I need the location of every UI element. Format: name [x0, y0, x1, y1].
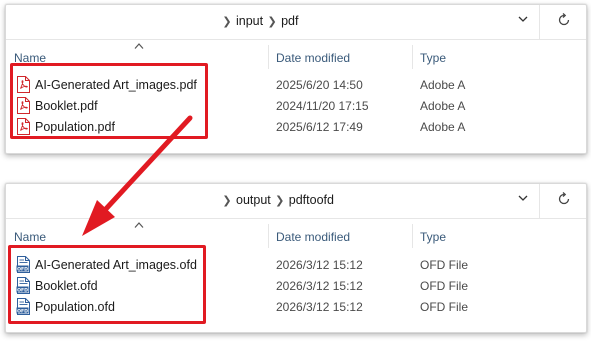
- file-name: Population.ofd: [35, 300, 115, 314]
- breadcrumb: ❯ input ❯ pdf: [218, 14, 298, 30]
- file-date-modified: 2025/6/12 17:49: [276, 120, 363, 134]
- column-header-row: Name Date modified Type: [6, 39, 586, 69]
- breadcrumb-separator-icon: ❯: [222, 195, 232, 207]
- svg-text:OFD: OFD: [17, 287, 28, 293]
- file-name: AI-Generated Art_images.ofd: [35, 258, 197, 272]
- breadcrumb-item-output[interactable]: output: [236, 193, 271, 207]
- refresh-button[interactable]: [554, 191, 574, 211]
- file-row-ai-generated-art-ofd[interactable]: OFD AI-Generated Art_images.ofd 2026/3/1…: [14, 254, 574, 275]
- breadcrumb-separator-icon: ❯: [222, 16, 232, 28]
- column-header-name[interactable]: Name: [14, 230, 46, 244]
- column-header-date-modified[interactable]: Date modified: [276, 230, 350, 244]
- refresh-icon: [558, 192, 570, 205]
- file-row-booklet-pdf[interactable]: Booklet.pdf 2024/11/20 17:15 Adobe A: [14, 95, 574, 116]
- file-type: OFD File: [420, 279, 468, 293]
- file-name: AI-Generated Art_images.pdf: [35, 78, 197, 92]
- pdf-file-icon: [17, 97, 30, 114]
- file-name: Booklet.ofd: [35, 279, 98, 293]
- file-date-modified: 2026/3/12 15:12: [276, 279, 363, 293]
- file-row-ai-generated-art-pdf[interactable]: AI-Generated Art_images.pdf 2025/6/20 14…: [14, 74, 574, 95]
- column-header-type[interactable]: Type: [420, 230, 446, 244]
- ofd-file-icon: OFD: [16, 277, 30, 294]
- column-divider[interactable]: [412, 224, 413, 248]
- column-divider[interactable]: [268, 224, 269, 248]
- breadcrumb-item-pdf[interactable]: pdf: [281, 14, 298, 28]
- address-bar-divider: [539, 184, 540, 218]
- file-type: Adobe A: [420, 99, 466, 113]
- file-date-modified: 2025/6/20 14:50: [276, 78, 363, 92]
- ofd-file-icon: OFD: [16, 256, 30, 273]
- file-type: Adobe A: [420, 120, 466, 134]
- refresh-icon: [558, 13, 570, 26]
- file-date-modified: 2026/3/12 15:12: [276, 300, 363, 314]
- explorer-window-input-pdf: ❯ input ❯ pdf Name Date modified Type AI-Ge…: [5, 4, 587, 154]
- svg-text:OFD: OFD: [17, 308, 28, 314]
- breadcrumb: ❯ output ❯ pdftoofd: [218, 193, 334, 209]
- sort-ascending-icon: [134, 222, 144, 228]
- address-bar[interactable]: ❯ output ❯ pdftoofd: [6, 184, 586, 219]
- breadcrumb-item-input[interactable]: input: [236, 14, 263, 28]
- file-name: Population.pdf: [35, 120, 115, 134]
- refresh-button[interactable]: [554, 12, 574, 32]
- column-header-name[interactable]: Name: [14, 51, 46, 65]
- column-divider[interactable]: [412, 45, 413, 69]
- file-row-population-pdf[interactable]: Population.pdf 2025/6/12 17:49 Adobe A: [14, 116, 574, 137]
- svg-text:OFD: OFD: [17, 266, 28, 272]
- address-history-chevron-down-icon[interactable]: [514, 12, 532, 30]
- pdf-file-icon: [17, 76, 30, 93]
- file-row-booklet-ofd[interactable]: OFD Booklet.ofd 2026/3/12 15:12 OFD File: [14, 275, 574, 296]
- breadcrumb-separator-icon: ❯: [275, 195, 285, 207]
- column-header-type[interactable]: Type: [420, 51, 446, 65]
- file-date-modified: 2024/11/20 17:15: [276, 99, 369, 113]
- address-history-chevron-down-icon[interactable]: [514, 191, 532, 209]
- file-date-modified: 2026/3/12 15:12: [276, 258, 363, 272]
- sort-ascending-icon: [134, 43, 144, 49]
- pdf-file-icon: [17, 118, 30, 135]
- explorer-window-output-pdftoofd: ❯ output ❯ pdftoofd Name Date modified Type…: [5, 183, 587, 333]
- file-row-population-ofd[interactable]: OFD Population.ofd 2026/3/12 15:12 OFD F…: [14, 296, 574, 317]
- breadcrumb-separator-icon: ❯: [267, 16, 277, 28]
- file-type: Adobe A: [420, 78, 466, 92]
- column-divider[interactable]: [268, 45, 269, 69]
- column-header-row: Name Date modified Type: [6, 218, 586, 248]
- address-bar-divider: [539, 5, 540, 39]
- address-bar[interactable]: ❯ input ❯ pdf: [6, 5, 586, 40]
- file-type: OFD File: [420, 300, 468, 314]
- column-header-date-modified[interactable]: Date modified: [276, 51, 350, 65]
- file-type: OFD File: [420, 258, 468, 272]
- file-name: Booklet.pdf: [35, 99, 98, 113]
- ofd-file-icon: OFD: [16, 298, 30, 315]
- breadcrumb-item-pdftoofd[interactable]: pdftoofd: [289, 193, 334, 207]
